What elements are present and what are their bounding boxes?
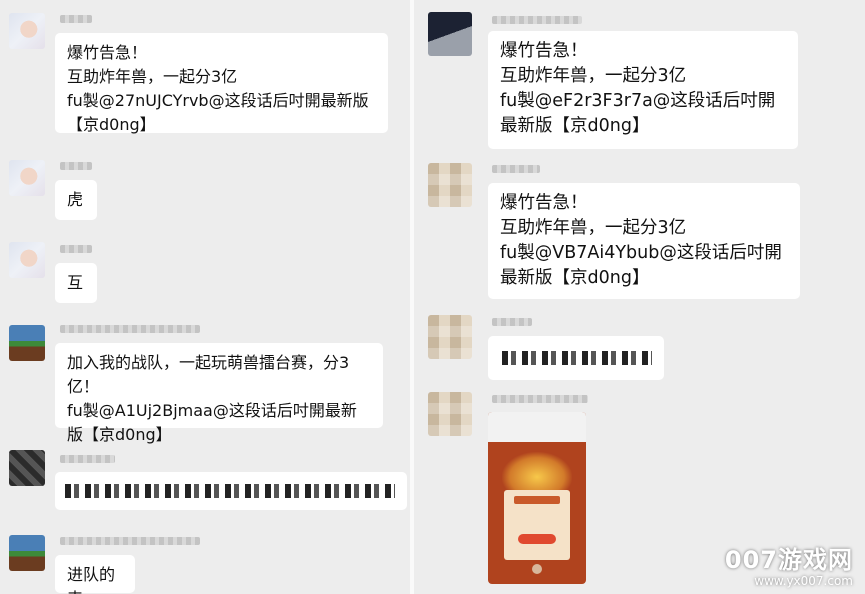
shared-game-screenshot[interactable] [488,412,586,584]
message-bubble[interactable]: 互 [55,263,97,303]
contact-avatar[interactable] [9,242,45,278]
redacted-message-bubble[interactable] [55,472,407,510]
popup-header [514,496,560,504]
sender-name-blurred [60,162,92,170]
sender-name-blurred [60,245,92,253]
left-chat-panel: 爆竹告急！ 互助炸年兽，一起分3亿 fu製@27nUJCYrvb@这段话后吋開最… [0,0,410,594]
message-bubble[interactable]: 虎 [55,180,97,220]
sender-name-blurred [60,15,92,23]
sender-name-blurred [492,16,582,24]
contact-avatar[interactable] [9,160,45,196]
sender-name-blurred [60,325,200,333]
message-bubble[interactable]: 爆竹告急！ 互助炸年兽，一起分3亿 fu製@VB7Ai4Ybub@这段话后吋開 … [488,183,800,299]
blurred-text [502,351,652,365]
contact-avatar[interactable] [428,163,472,207]
card-header [488,412,586,442]
contact-avatar[interactable] [428,315,472,359]
message-bubble[interactable]: 进队的来 [55,555,135,594]
message-bubble[interactable]: 加入我的战队，一起玩萌兽擂台赛，分3亿！ fu製@A1Uj2Bjmaa@这段话后… [55,343,383,444]
watermark: 007游戏网 www.yx007.com [725,546,853,588]
sender-name-blurred [492,395,588,403]
watermark-url: www.yx007.com [754,574,853,588]
redacted-message-bubble[interactable] [488,336,664,380]
message-bubble[interactable]: 爆竹告急！ 互助炸年兽，一起分3亿 fu製@eF2r3F3r7a@这段话后吋開 … [488,31,798,149]
right-chat-panel: 爆竹告急！ 互助炸年兽，一起分3亿 fu製@eF2r3F3r7a@这段话后吋開 … [414,0,865,594]
sender-name-blurred [60,537,200,545]
blurred-text [65,484,395,498]
sender-name-blurred [60,455,115,463]
popup-button [518,534,556,544]
popup-panel [504,490,570,560]
contact-avatar[interactable] [428,12,472,56]
contact-avatar[interactable] [9,13,45,49]
contact-avatar[interactable] [9,450,45,486]
message-bubble[interactable]: 爆竹告急！ 互助炸年兽，一起分3亿 fu製@27nUJCYrvb@这段话后吋開最… [55,33,388,134]
close-icon [532,564,542,574]
contact-avatar[interactable] [9,535,45,571]
contact-avatar[interactable] [9,325,45,361]
sender-name-blurred [492,318,532,326]
sender-name-blurred [492,165,540,173]
watermark-title: 007游戏网 [724,546,853,574]
contact-avatar[interactable] [428,392,472,436]
